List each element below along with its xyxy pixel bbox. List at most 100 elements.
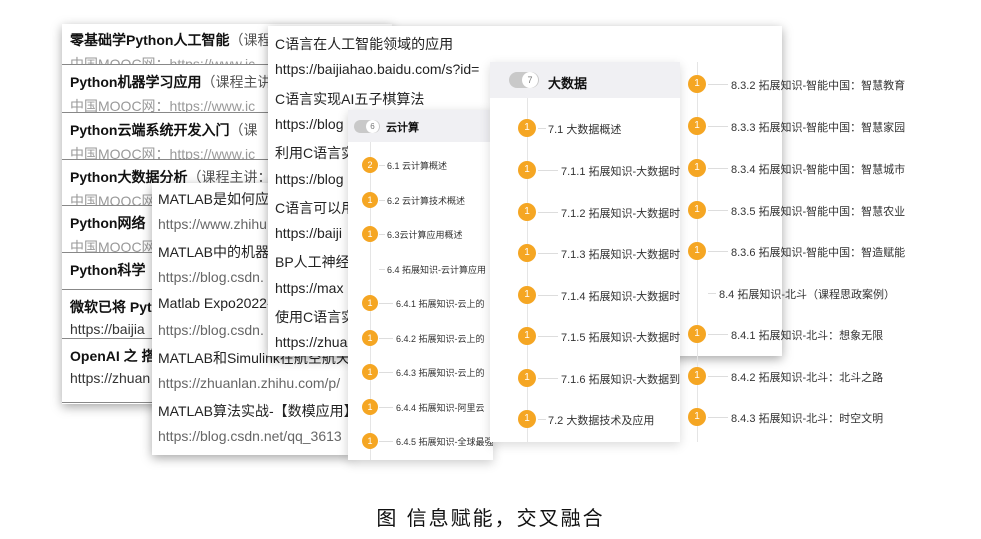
course-link[interactable]: 中国MOOC网：https://www.ic bbox=[70, 144, 255, 159]
tree-node-label[interactable]: 7.1.2 拓展知识-大数据时 bbox=[561, 205, 680, 221]
course-link[interactable]: 中国MOOC网 bbox=[70, 237, 156, 252]
node-connector bbox=[379, 337, 393, 339]
cloud-tree-header[interactable]: 6 云计算 bbox=[348, 110, 493, 142]
tree-node-label[interactable]: 7.1.1 拓展知识-大数据时 bbox=[561, 163, 680, 179]
tree-node-label[interactable]: 6.4 拓展知识-云计算应用 bbox=[387, 263, 486, 276]
tree-node-label[interactable]: 6.1 云计算概述 bbox=[387, 159, 447, 172]
node-connector bbox=[708, 251, 728, 252]
node-count-badge: 1 bbox=[362, 191, 378, 208]
course-title[interactable]: 微软已将 Pyt bbox=[70, 297, 152, 317]
resource-link[interactable]: https://zhua bbox=[275, 334, 347, 350]
course-link[interactable]: 中国MOOC网：https://www.ic bbox=[70, 54, 255, 64]
tree-node-label[interactable]: 8.4.1 拓展知识-北斗：想象无限 bbox=[731, 327, 883, 343]
tree-node-label[interactable]: 8.3.2 拓展知识-智能中国：智慧教育 bbox=[731, 77, 905, 93]
resource-link[interactable]: https://www.zhihu bbox=[158, 216, 267, 232]
resource-link[interactable]: https://blog.csdn. bbox=[158, 269, 264, 285]
course-name: 零基础学Python人工智能 bbox=[70, 32, 230, 48]
collapse-toggle[interactable]: 6 bbox=[354, 120, 380, 133]
node-count-badge: 1 bbox=[688, 159, 706, 177]
node-count-badge: 1 bbox=[688, 117, 706, 135]
tree-node-label[interactable]: 6.4.1 拓展知识-云上的 bbox=[396, 297, 485, 310]
node-connector bbox=[379, 165, 385, 166]
resource-title[interactable]: 利用C语言实 bbox=[275, 143, 355, 163]
node-connector bbox=[538, 212, 558, 213]
node-connector bbox=[538, 419, 546, 420]
node-connector bbox=[538, 378, 558, 379]
resource-link[interactable]: https://baiji bbox=[275, 225, 342, 241]
node-count-badge: 1 bbox=[362, 398, 378, 415]
node-connector bbox=[379, 406, 393, 408]
node-connector bbox=[379, 303, 393, 304]
node-count-badge: 1 bbox=[518, 369, 536, 387]
course-title[interactable]: OpenAI 之 搭 bbox=[70, 346, 156, 366]
course-link[interactable]: https://baijia bbox=[70, 321, 145, 337]
tree-node-label[interactable]: 6.3云计算应用概述 bbox=[387, 228, 463, 241]
resource-title[interactable]: 使用C语言实 bbox=[275, 307, 355, 327]
resource-title[interactable]: Matlab Expo2022- bbox=[158, 295, 272, 311]
resource-link[interactable]: https://zhuanlan.zhihu.com/p/ bbox=[158, 375, 340, 391]
node-count-badge: 1 bbox=[362, 226, 378, 242]
course-title[interactable]: Python科学 bbox=[70, 260, 145, 280]
tree-node-label[interactable]: 6.4.2 拓展知识-云上的 bbox=[396, 332, 485, 345]
resource-title[interactable]: MATLAB算法实战-【数模应用】 bbox=[158, 401, 352, 421]
tree-node-label[interactable]: 8.4.2 拓展知识-北斗：北斗之路 bbox=[731, 369, 883, 385]
resource-link[interactable]: https://blog bbox=[275, 171, 344, 187]
tree-node-label[interactable]: 6.2 云计算技术概述 bbox=[387, 194, 465, 207]
node-connector bbox=[538, 295, 558, 296]
resource-title[interactable]: C语言实现AI五子棋算法 bbox=[275, 89, 424, 109]
bigdata-tree-header[interactable]: 7 大数据 bbox=[490, 62, 680, 98]
tree-node-label[interactable]: 8.4 拓展知识-北斗（课程思政案例） bbox=[719, 286, 895, 302]
course-title[interactable]: Python机器学习应用（课程主讲 bbox=[70, 72, 271, 92]
node-count-badge: 1 bbox=[518, 410, 536, 428]
course-name: Python科学 bbox=[70, 262, 146, 278]
node-count-badge: 1 bbox=[362, 295, 378, 311]
tree-node-label[interactable]: 7.1.6 拓展知识-大数据到 bbox=[561, 371, 680, 387]
course-link[interactable]: https://zhuan bbox=[70, 370, 150, 386]
tree-node-label[interactable]: 8.3.6 拓展知识-智能中国：智造赋能 bbox=[731, 244, 905, 260]
tree-node-label[interactable]: 6.4.3 拓展知识-云上的 bbox=[396, 366, 485, 379]
resource-link[interactable]: https://blog bbox=[275, 116, 344, 132]
course-title[interactable]: 零基础学Python人工智能（课程 bbox=[70, 30, 271, 50]
node-count-badge: 1 bbox=[688, 75, 706, 93]
node-count-badge: 1 bbox=[362, 364, 378, 380]
node-connector bbox=[379, 372, 393, 373]
course-name: OpenAI 之 搭 bbox=[70, 348, 156, 364]
resource-link[interactable]: https://baijiahao.baidu.com/s?id= bbox=[275, 61, 479, 77]
course-link[interactable]: 中国MOOC网：https://www.ic bbox=[70, 96, 255, 112]
tree-connector bbox=[527, 98, 528, 442]
tree-node-label[interactable]: 7.1.3 拓展知识-大数据时 bbox=[561, 246, 680, 262]
tree-node-label[interactable]: 7.1 大数据概述 bbox=[548, 121, 621, 137]
course-lecturer: （课程主讲 bbox=[201, 74, 272, 90]
tree-node-label[interactable]: 6.4.4 拓展知识-阿里云 bbox=[396, 401, 485, 414]
course-name: 微软已将 Pyt bbox=[70, 299, 152, 315]
tree-node-label[interactable]: 7.1.4 拓展知识-大数据时 bbox=[561, 288, 680, 304]
node-connector bbox=[538, 336, 558, 337]
tree-node-label[interactable]: 8.4.3 拓展知识-北斗：时空文明 bbox=[731, 410, 883, 426]
tree-node-label[interactable]: 8.3.3 拓展知识-智能中国：智慧家园 bbox=[731, 119, 905, 135]
node-connector bbox=[708, 334, 728, 335]
course-lecturer: （课 bbox=[229, 122, 258, 138]
cloud-computing-tree-card: 6 云计算 2 6.1 云计算概述 1 6.2 云计算技术概述 1 6.3云计算应用概述 6… bbox=[348, 110, 493, 460]
node-count-badge: 1 bbox=[688, 242, 706, 260]
node-connector bbox=[538, 128, 546, 129]
tree-node-label[interactable]: 8.3.4 拓展知识-智能中国：智慧城市 bbox=[731, 161, 905, 177]
node-count-badge: 1 bbox=[362, 433, 378, 449]
tree-node-label[interactable]: 7.1.5 拓展知识-大数据时 bbox=[561, 329, 680, 345]
course-title[interactable]: Python云端系统开发入门（课 bbox=[70, 120, 257, 140]
resource-title[interactable]: MATLAB中的机器学 bbox=[158, 242, 283, 262]
resource-link[interactable]: https://blog.csdn. bbox=[158, 322, 264, 338]
course-title[interactable]: Python网络 bbox=[70, 213, 145, 233]
resource-title[interactable]: C语言在人工智能领域的应用 bbox=[275, 34, 453, 54]
toggle-count: 6 bbox=[366, 120, 379, 133]
tree-node-label[interactable]: 7.2 大数据技术及应用 bbox=[548, 412, 654, 428]
resource-title[interactable]: MATLAB是如何应用 bbox=[158, 189, 283, 209]
tree-node-label[interactable]: 8.3.5 拓展知识-智能中国：智慧农业 bbox=[731, 203, 905, 219]
resource-link[interactable]: https://blog.csdn.net/qq_3613 bbox=[158, 428, 342, 444]
resource-title[interactable]: C语言可以用 bbox=[275, 198, 355, 218]
collapse-toggle[interactable]: 7 bbox=[509, 72, 539, 88]
resource-link[interactable]: https://max bbox=[275, 280, 343, 296]
tree-node-label[interactable]: 6.4.5 拓展知识-全球最强超级网站12306 bbox=[396, 435, 493, 448]
course-lecturer: （课程 bbox=[229, 32, 272, 48]
node-count-badge: 1 bbox=[362, 329, 378, 346]
node-count-badge: 1 bbox=[688, 325, 706, 343]
